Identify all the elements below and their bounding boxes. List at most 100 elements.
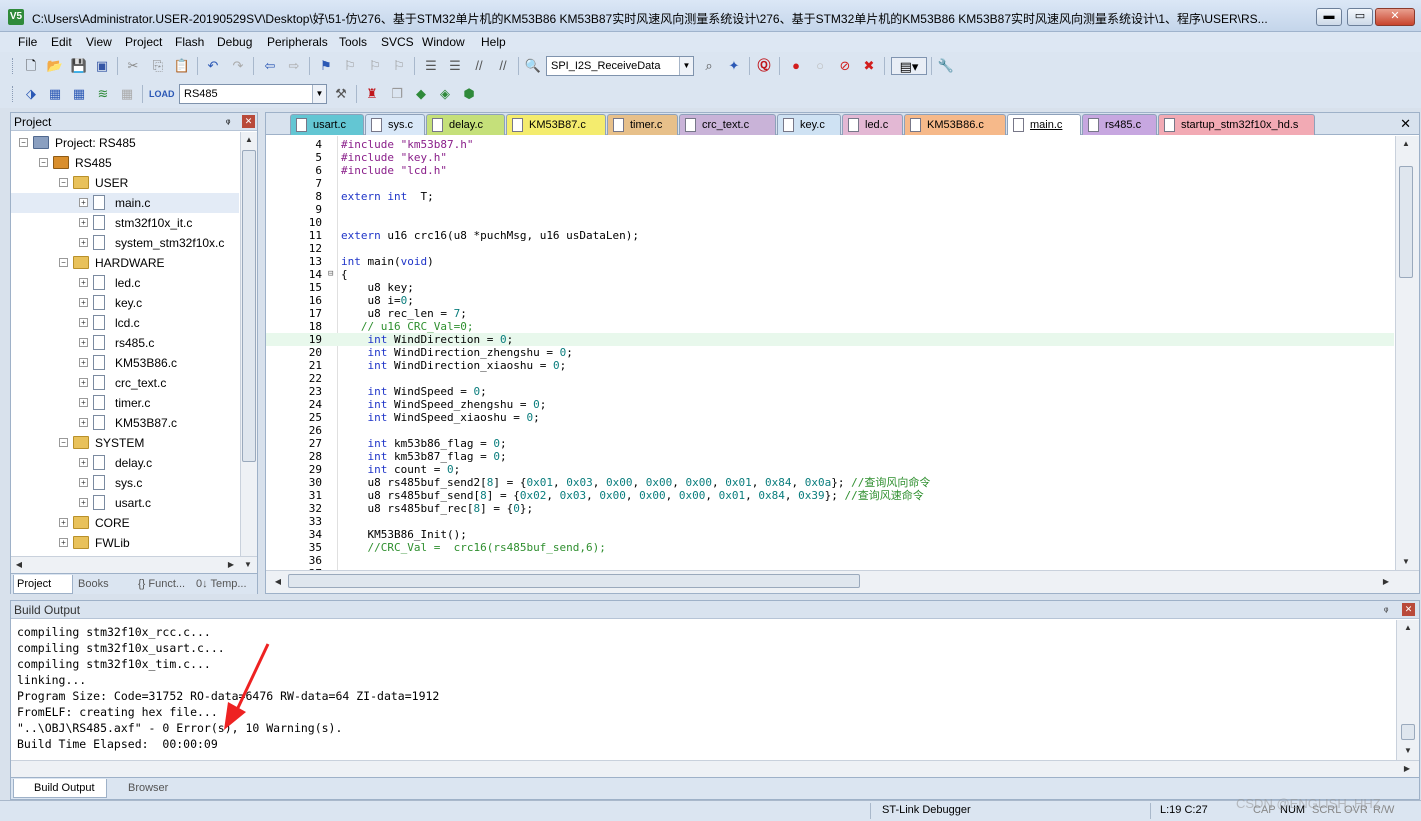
- translate-icon[interactable]: ⬗: [22, 85, 40, 103]
- build-icon[interactable]: ▦: [46, 85, 64, 103]
- target-options-icon[interactable]: ⚒: [332, 85, 350, 103]
- chevron-down-icon[interactable]: ▼: [312, 85, 326, 103]
- function-combo[interactable]: SPI_I2S_ReceiveData ▼: [546, 56, 694, 76]
- editor-horizontal-scrollbar[interactable]: ◀ ▶: [266, 570, 1419, 593]
- close-icon[interactable]: ✕: [1400, 116, 1411, 132]
- editor-tab[interactable]: usart.c: [290, 114, 364, 135]
- tree-vertical-scrollbar[interactable]: ▲: [240, 132, 257, 556]
- scroll-down-icon[interactable]: ▼: [1398, 554, 1414, 570]
- tree-file-item[interactable]: + KM53B86.c: [11, 353, 239, 373]
- bookmark-icon[interactable]: ⚑: [317, 57, 335, 75]
- find-in-files-icon[interactable]: 🔍: [524, 57, 542, 75]
- code-line[interactable]: 31 u8 rs485buf_send[8] = {0x02, 0x03, 0x…: [266, 489, 1394, 502]
- code-line[interactable]: 22: [266, 372, 1394, 385]
- code-line[interactable]: 14 ⊟ {: [266, 268, 1394, 281]
- code-line[interactable]: 24 int WindSpeed_zhengshu = 0;: [266, 398, 1394, 411]
- pin-icon[interactable]: ᵠ: [226, 115, 230, 133]
- tree-file-item[interactable]: + sys.c: [11, 473, 239, 493]
- tree-project-item[interactable]: − Project: RS485: [11, 133, 239, 153]
- code-line[interactable]: 18 // u16 CRC_Val=0;: [266, 320, 1394, 333]
- pin-icon[interactable]: ᵠ: [1384, 603, 1388, 621]
- menu-view[interactable]: View: [86, 35, 112, 49]
- toolbar-grip[interactable]: [12, 58, 15, 74]
- save-icon[interactable]: 💾: [70, 57, 88, 75]
- expand-icon[interactable]: +: [79, 218, 88, 227]
- tree-horizontal-scrollbar[interactable]: ◀ ▶ ▼: [11, 556, 257, 573]
- scroll-thumb[interactable]: [242, 150, 256, 462]
- editor-tab[interactable]: key.c: [777, 114, 841, 135]
- stop-build-icon[interactable]: ▦: [118, 85, 136, 103]
- undo-icon[interactable]: ↶: [204, 57, 222, 75]
- scroll-up-icon[interactable]: ▲: [241, 132, 257, 148]
- build-output-text[interactable]: compiling stm32f10x_rcc.c... compiling st…: [11, 622, 1396, 762]
- tab-project[interactable]: Project: [13, 575, 73, 594]
- file-extensions-icon[interactable]: ❐: [388, 85, 406, 103]
- code-line[interactable]: 23 int WindSpeed = 0;: [266, 385, 1394, 398]
- rebuild-icon[interactable]: ▦: [70, 85, 88, 103]
- toolbar-grip[interactable]: [12, 86, 15, 102]
- scroll-down-icon[interactable]: ▼: [240, 557, 256, 573]
- tree-folder-item[interactable]: + CORE: [11, 513, 239, 533]
- tree-file-item[interactable]: + system_stm32f10x.c: [11, 233, 239, 253]
- scroll-right-icon[interactable]: ▶: [1399, 761, 1415, 777]
- editor-tab[interactable]: sys.c: [365, 114, 425, 135]
- comment-icon[interactable]: //: [470, 57, 488, 75]
- kill-breakpoints-icon[interactable]: ✖: [860, 57, 878, 75]
- expand-icon[interactable]: +: [79, 458, 88, 467]
- target-combo[interactable]: RS485 ▼: [179, 84, 327, 104]
- collapse-icon[interactable]: −: [59, 438, 68, 447]
- manage-rte-icon[interactable]: ◆: [412, 85, 430, 103]
- code-area[interactable]: 4 #include "km53b87.h" 5 #include "key.h" 6 #…: [266, 136, 1394, 570]
- find-icon[interactable]: ⌕: [700, 57, 718, 75]
- menu-edit[interactable]: Edit: [51, 35, 72, 49]
- code-line[interactable]: 26: [266, 424, 1394, 437]
- pack-installer-icon[interactable]: ⬢: [460, 85, 478, 103]
- code-line[interactable]: 6 #include "lcd.h": [266, 164, 1394, 177]
- code-line[interactable]: 17 u8 rec_len = 7;: [266, 307, 1394, 320]
- select-packs-icon[interactable]: ◈: [436, 85, 454, 103]
- code-line[interactable]: 25 int WindSpeed_xiaoshu = 0;: [266, 411, 1394, 424]
- menu-window[interactable]: Window: [422, 35, 465, 49]
- expand-icon[interactable]: +: [79, 498, 88, 507]
- code-line[interactable]: 29 int count = 0;: [266, 463, 1394, 476]
- expand-icon[interactable]: +: [79, 358, 88, 367]
- tree-target-item[interactable]: − RS485: [11, 153, 239, 173]
- tree-folder-item[interactable]: − HARDWARE: [11, 253, 239, 273]
- expand-icon[interactable]: +: [79, 298, 88, 307]
- redo-icon[interactable]: ↷: [229, 57, 247, 75]
- code-line[interactable]: 13 int main(void): [266, 255, 1394, 268]
- clear-bookmarks-icon[interactable]: ⚐: [390, 57, 408, 75]
- code-line[interactable]: 35 //CRC_Val = crc16(rs485buf_send,6);: [266, 541, 1394, 554]
- code-line[interactable]: 16 u8 i=0;: [266, 294, 1394, 307]
- code-line[interactable]: 32 u8 rs485buf_rec[8] = {0};: [266, 502, 1394, 515]
- menu-flash[interactable]: Flash: [175, 35, 204, 49]
- tree-folder-item[interactable]: − SYSTEM: [11, 433, 239, 453]
- code-line[interactable]: 36: [266, 554, 1394, 567]
- scroll-right-icon[interactable]: ▶: [1378, 574, 1394, 590]
- save-all-icon[interactable]: ▣: [93, 57, 111, 75]
- output-vertical-scrollbar[interactable]: ▲ ▼: [1396, 620, 1419, 760]
- scroll-right-icon[interactable]: ▶: [223, 557, 239, 573]
- tab-functions[interactable]: {} Funct...: [135, 575, 191, 594]
- code-line[interactable]: 5 #include "key.h": [266, 151, 1394, 164]
- expand-icon[interactable]: +: [79, 398, 88, 407]
- tree-file-item[interactable]: + delay.c: [11, 453, 239, 473]
- menu-peripherals[interactable]: Peripherals: [267, 35, 328, 49]
- code-line[interactable]: 34 KM53B86_Init();: [266, 528, 1394, 541]
- code-line[interactable]: 10: [266, 216, 1394, 229]
- close-icon[interactable]: ✕: [1402, 603, 1415, 616]
- scroll-up-icon[interactable]: ▲: [1398, 136, 1414, 152]
- indent-icon[interactable]: ☰: [422, 57, 440, 75]
- code-line[interactable]: 12: [266, 242, 1394, 255]
- nav-forward-icon[interactable]: ⇨: [285, 57, 303, 75]
- code-line[interactable]: 9: [266, 203, 1394, 216]
- expand-icon[interactable]: +: [79, 478, 88, 487]
- scroll-thumb[interactable]: [288, 574, 860, 588]
- manage-project-items-icon[interactable]: ♜: [363, 85, 381, 103]
- editor-tab[interactable]: timer.c: [607, 114, 678, 135]
- incremental-find-icon[interactable]: ✦: [725, 57, 743, 75]
- tab-templates[interactable]: 0↓ Temp...: [193, 575, 255, 594]
- configure-icon[interactable]: 🔧: [937, 57, 955, 75]
- tab-browser[interactable]: Browser: [108, 779, 180, 798]
- tree-folder-item[interactable]: + FWLib: [11, 533, 239, 553]
